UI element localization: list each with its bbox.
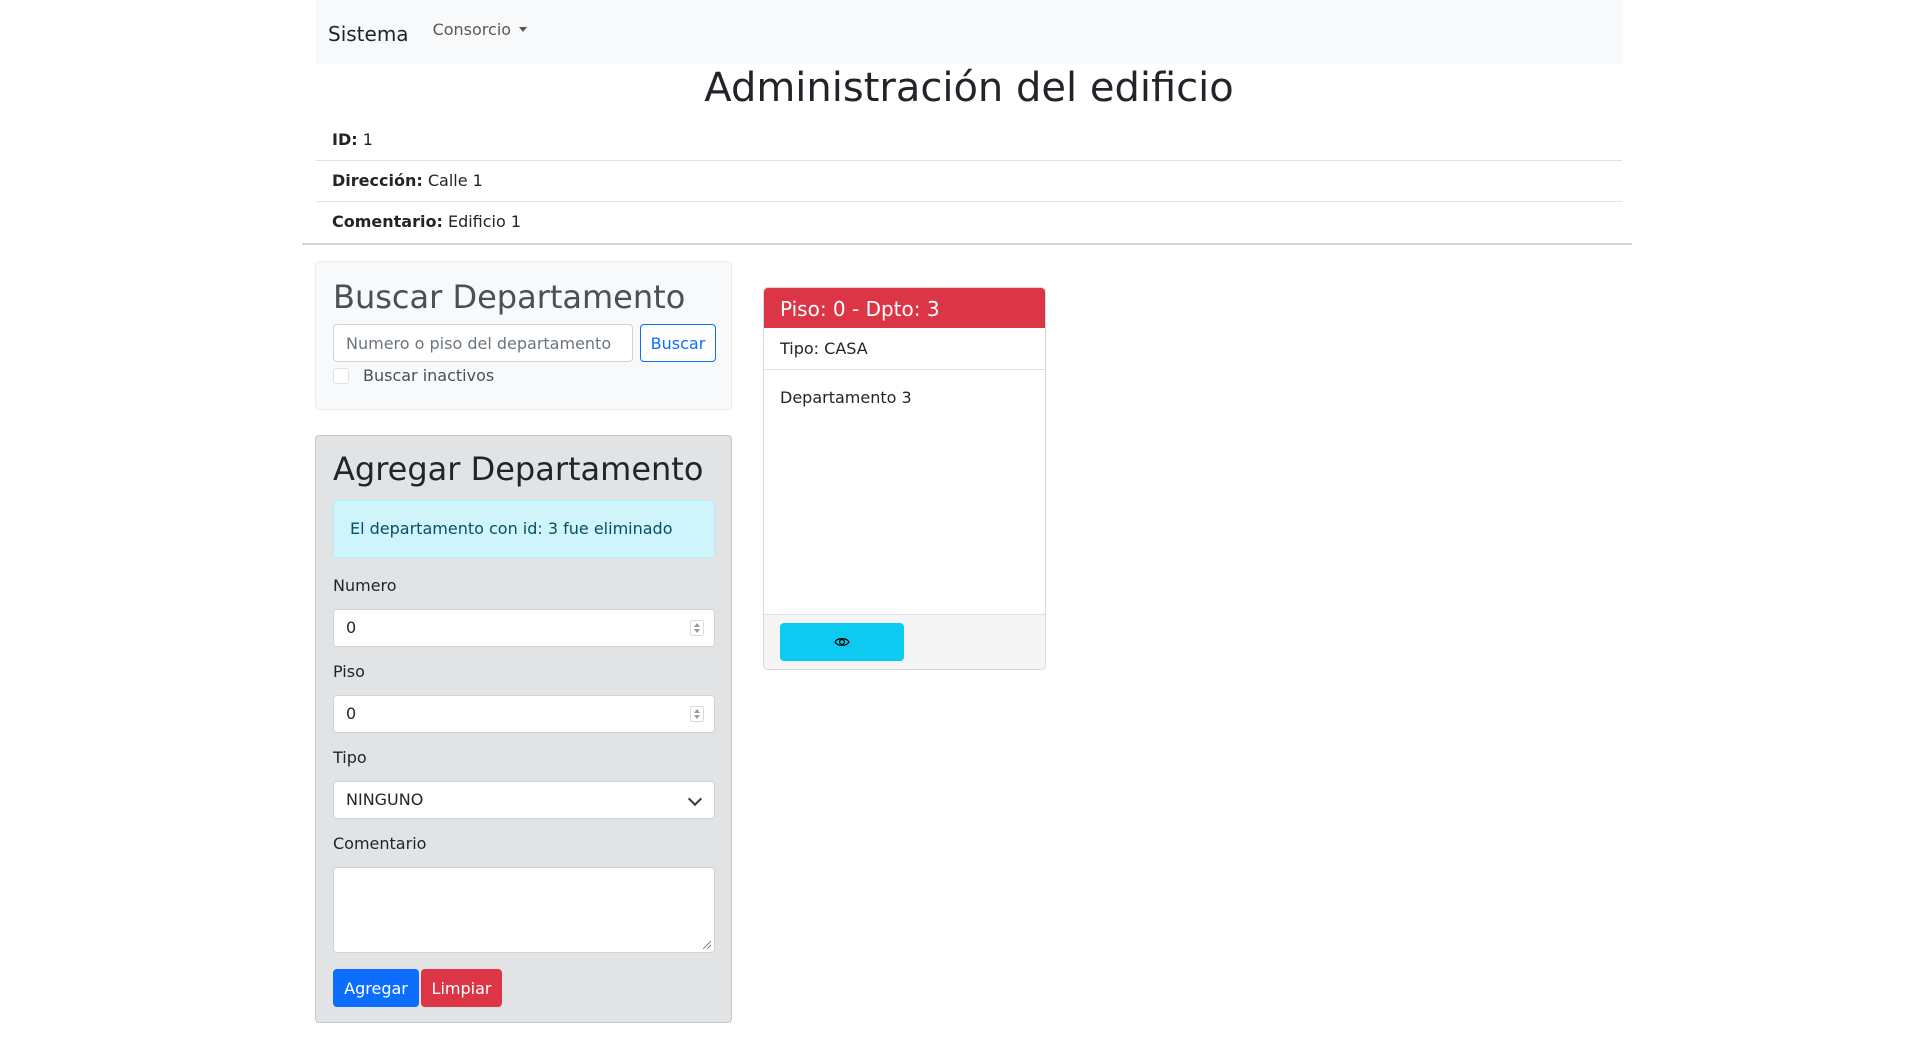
tipo-select[interactable]: NINGUNO xyxy=(333,781,715,819)
numero-input[interactable]: 0 xyxy=(333,609,715,647)
piso-input[interactable]: 0 xyxy=(333,695,715,733)
comentario-textarea[interactable] xyxy=(333,867,715,953)
add-panel: Agregar Departamento El departamento con… xyxy=(315,435,732,1023)
info-id-value: 1 xyxy=(362,130,373,149)
view-button[interactable] xyxy=(780,623,904,661)
info-comment-label: Comentario: xyxy=(332,212,443,231)
navbar-brand[interactable]: Sistema xyxy=(328,22,409,46)
tipo-label: Tipo xyxy=(333,748,367,767)
info-address-label: Dirección: xyxy=(332,171,423,190)
agregar-button[interactable]: Agregar xyxy=(333,969,419,1007)
inactive-checkbox-row[interactable]: Buscar inactivos xyxy=(333,366,494,385)
search-title: Buscar Departamento xyxy=(333,278,686,316)
building-info-list: ID: 1 Dirección: Calle 1 Comentario: Edi… xyxy=(316,120,1622,242)
page-title: Administración del edificio xyxy=(704,65,1234,111)
info-alert: El departamento con id: 3 fue eliminado xyxy=(333,500,715,558)
main-container: Sistema Consorcio Administración del edi… xyxy=(316,0,1622,231)
consorcio-dropdown-label: Consorcio xyxy=(432,19,512,39)
info-id-label: ID: xyxy=(332,130,358,149)
search-button[interactable]: Buscar xyxy=(640,324,716,362)
search-input[interactable] xyxy=(333,324,633,362)
card-body: Departamento 3 xyxy=(780,388,912,407)
spinner-icon[interactable] xyxy=(690,620,704,636)
spinner-icon[interactable] xyxy=(690,706,704,722)
inactive-checkbox[interactable] xyxy=(333,367,349,384)
divider xyxy=(302,243,1632,245)
consorcio-dropdown[interactable]: Consorcio xyxy=(432,19,528,39)
card-header: Piso: 0 - Dpto: 3 xyxy=(764,288,1045,328)
card-type: Tipo: CASA xyxy=(764,328,1045,370)
limpiar-button[interactable]: Limpiar xyxy=(421,969,502,1007)
comentario-label: Comentario xyxy=(333,834,427,853)
card-footer xyxy=(764,614,1045,669)
info-comment: Comentario: Edificio 1 xyxy=(316,202,1622,242)
info-id: ID: 1 xyxy=(316,120,1622,161)
eye-icon xyxy=(834,638,850,646)
department-card: Piso: 0 - Dpto: 3 Tipo: CASA Departament… xyxy=(763,287,1046,670)
piso-label: Piso xyxy=(333,662,365,681)
numero-value: 0 xyxy=(346,618,357,637)
info-address-value: Calle 1 xyxy=(427,171,483,190)
tipo-value: NINGUNO xyxy=(346,790,424,809)
add-title: Agregar Departamento xyxy=(333,450,704,488)
search-panel: Buscar Departamento Buscar Buscar inacti… xyxy=(315,261,732,410)
chevron-down-icon xyxy=(687,791,703,807)
info-address: Dirección: Calle 1 xyxy=(316,161,1622,202)
caret-down-icon xyxy=(519,26,528,32)
navbar: Sistema Consorcio xyxy=(316,0,1622,64)
inactive-checkbox-label[interactable]: Buscar inactivos xyxy=(363,366,494,385)
numero-label: Numero xyxy=(333,576,397,595)
piso-value: 0 xyxy=(346,704,357,723)
info-comment-value: Edificio 1 xyxy=(447,212,522,231)
resize-grip-icon[interactable] xyxy=(703,941,711,949)
